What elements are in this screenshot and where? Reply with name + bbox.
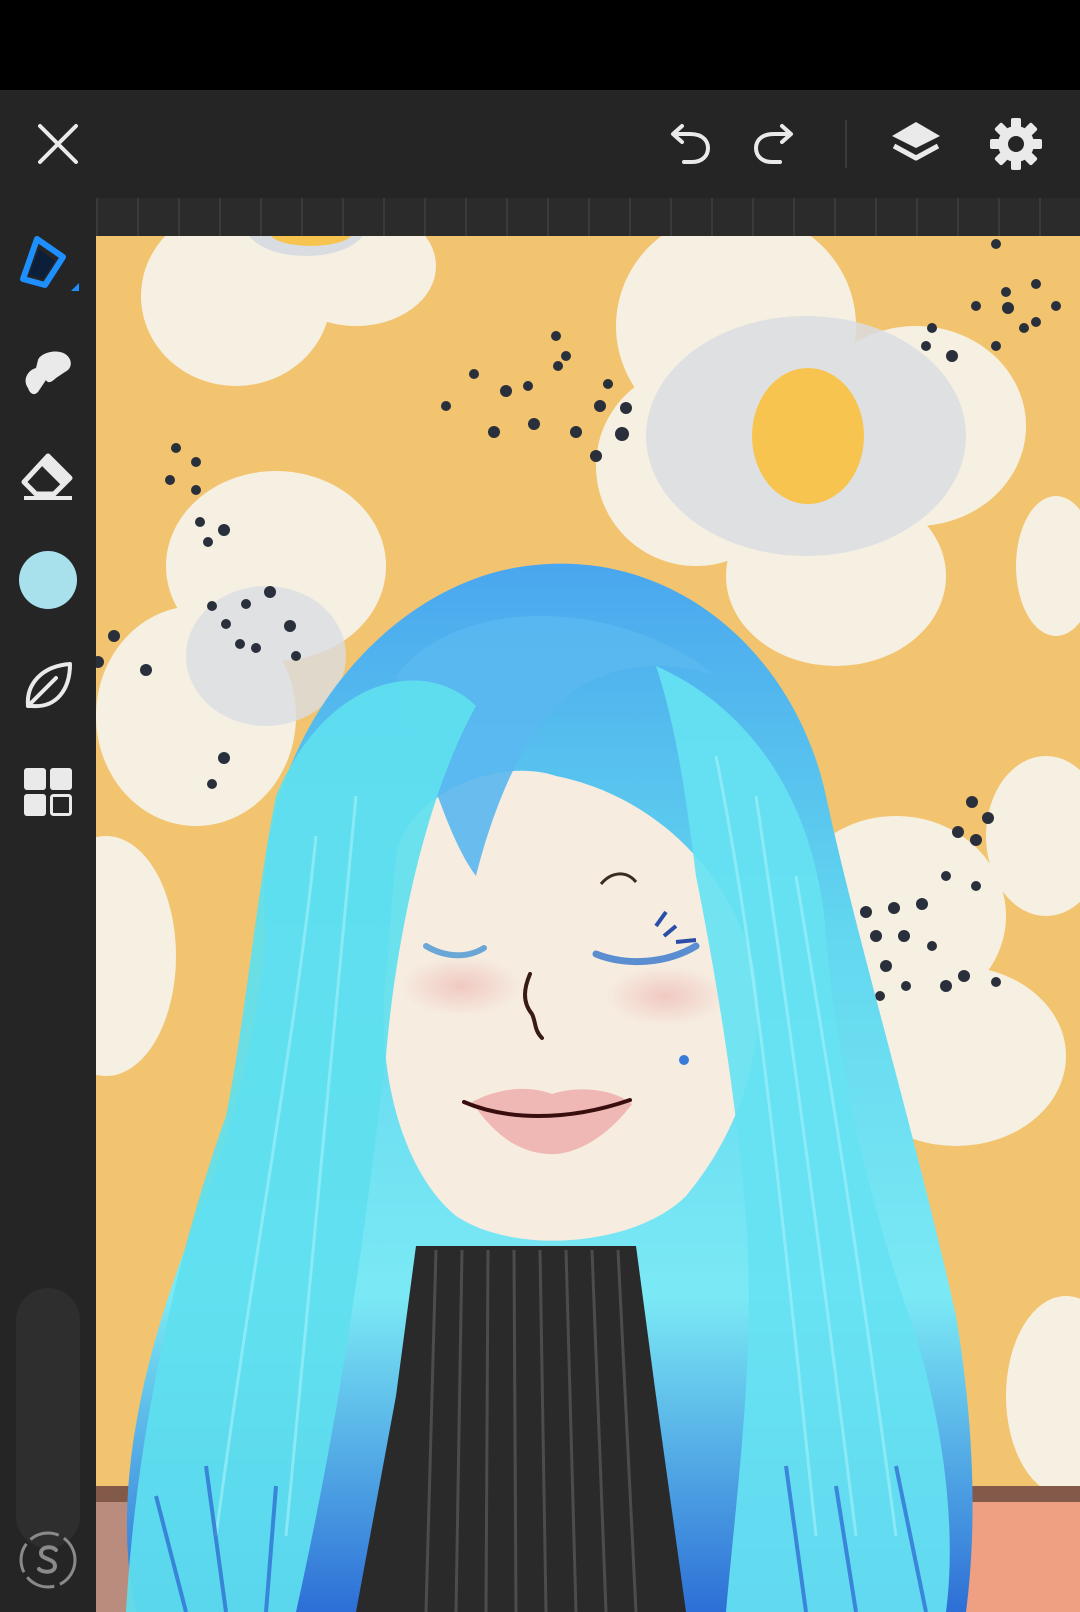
layers-icon — [892, 122, 940, 161]
artwork — [96, 236, 1080, 1612]
toolbar-divider — [845, 120, 847, 168]
close-button[interactable] — [26, 112, 90, 176]
grid-icon — [24, 768, 72, 816]
status-bar — [0, 0, 1080, 90]
brush-icon — [20, 236, 79, 291]
size-slider[interactable] — [16, 1288, 80, 1548]
eraser-icon — [21, 453, 73, 500]
color-swatch — [19, 551, 77, 609]
drawing-canvas[interactable] — [96, 236, 1080, 1612]
ruler — [96, 198, 1080, 236]
smudge-icon — [25, 351, 71, 395]
settings-icon — [990, 118, 1042, 170]
close-icon — [38, 124, 78, 164]
undo-button[interactable] — [656, 112, 720, 176]
brush-library-tool[interactable] — [14, 652, 82, 720]
layers-button[interactable] — [884, 112, 948, 176]
redo-icon — [753, 124, 793, 164]
color-button[interactable] — [14, 546, 82, 614]
settings-button[interactable] — [984, 112, 1048, 176]
flower — [141, 236, 436, 386]
brush-tool[interactable] — [14, 230, 82, 298]
smudge-tool[interactable] — [14, 336, 82, 404]
undo-icon — [671, 124, 711, 164]
stabilizer-button[interactable] — [14, 1526, 82, 1594]
eraser-tool[interactable] — [14, 440, 82, 508]
canvas-tools-button[interactable] — [14, 758, 82, 826]
leaf-icon — [25, 662, 72, 709]
stabilizer-icon — [19, 1531, 77, 1589]
redo-button[interactable] — [744, 112, 808, 176]
beauty-mark — [679, 1055, 689, 1065]
